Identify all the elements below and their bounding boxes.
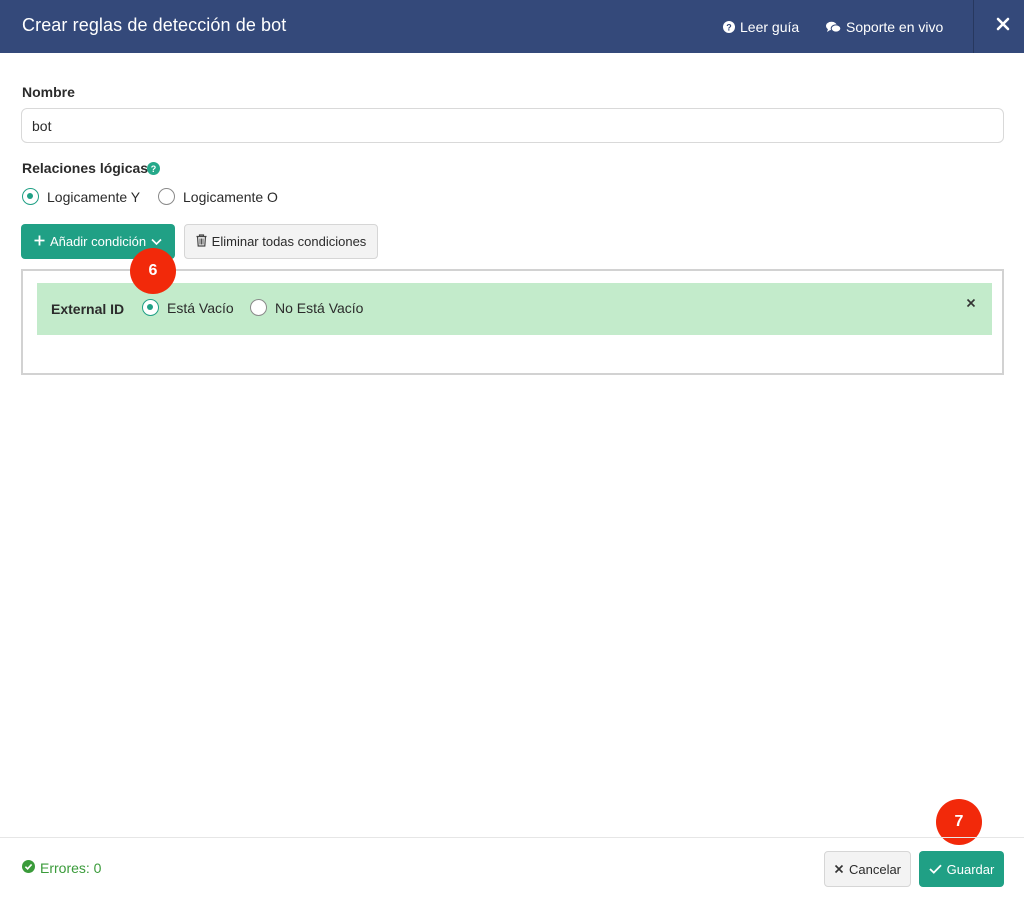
- read-guide-label: Leer guía: [740, 19, 800, 35]
- name-input[interactable]: [21, 108, 1004, 143]
- modal-header: Crear reglas de detección de bot ? Leer …: [0, 0, 1024, 53]
- errors-label: Errores: 0: [40, 860, 102, 876]
- read-guide-link[interactable]: ? Leer guía: [723, 19, 799, 35]
- logic-or-radio[interactable]: Logicamente O: [158, 188, 278, 205]
- close-icon: [834, 862, 844, 877]
- name-label: Nombre: [22, 84, 75, 100]
- radio-button[interactable]: [158, 188, 175, 205]
- close-modal-button[interactable]: [990, 13, 1016, 39]
- remove-condition-button[interactable]: [964, 297, 978, 311]
- is-not-empty-radio[interactable]: No Está Vacío: [250, 299, 363, 316]
- is-not-empty-label: No Está Vacío: [275, 299, 364, 316]
- close-icon: [966, 295, 976, 313]
- condition-row: External ID Está Vacío No Está Vacío: [37, 283, 992, 335]
- chevron-down-icon: [151, 234, 162, 249]
- cancel-label: Cancelar: [848, 861, 902, 877]
- logic-and-radio[interactable]: Logicamente Y: [22, 188, 140, 205]
- save-button[interactable]: Guardar: [919, 851, 1004, 887]
- is-empty-radio[interactable]: Está Vacío: [142, 299, 234, 316]
- errors-status: Errores: 0: [22, 860, 101, 876]
- trash-icon: [196, 233, 207, 250]
- logic-or-label: Logicamente O: [183, 188, 278, 205]
- step-badge-6: 6: [130, 248, 176, 294]
- live-support-link[interactable]: Soporte en vivo: [826, 19, 943, 35]
- svg-text:?: ?: [726, 22, 732, 32]
- live-support-label: Soporte en vivo: [846, 19, 944, 35]
- chat-bubbles-icon: [826, 21, 841, 33]
- radio-button-checked[interactable]: [22, 188, 39, 205]
- clear-conditions-label: Eliminar todas condiciones: [211, 234, 367, 249]
- help-icon[interactable]: ?: [147, 162, 160, 175]
- header-divider: [973, 0, 974, 53]
- condition-field-label: External ID: [51, 301, 125, 317]
- save-label: Guardar: [946, 861, 995, 877]
- clear-conditions-button[interactable]: Eliminar todas condiciones: [184, 224, 378, 259]
- logic-and-label: Logicamente Y: [47, 188, 141, 205]
- step-badge-7: 7: [936, 799, 982, 845]
- radio-button[interactable]: [250, 299, 267, 316]
- check-circle-icon: [22, 860, 35, 876]
- modal-title: Crear reglas de detección de bot: [22, 15, 287, 35]
- plus-icon: [34, 234, 45, 249]
- add-condition-label: Añadir condición: [49, 234, 147, 249]
- cancel-button[interactable]: Cancelar: [824, 851, 911, 887]
- radio-button-checked[interactable]: [142, 299, 159, 316]
- logic-relations-label: Relaciones lógicas: [22, 160, 149, 176]
- is-empty-label: Está Vacío: [167, 299, 234, 316]
- close-icon: [996, 17, 1010, 36]
- footer-divider: [0, 837, 1024, 838]
- question-circle-icon: ?: [723, 21, 735, 33]
- check-icon: [929, 862, 942, 877]
